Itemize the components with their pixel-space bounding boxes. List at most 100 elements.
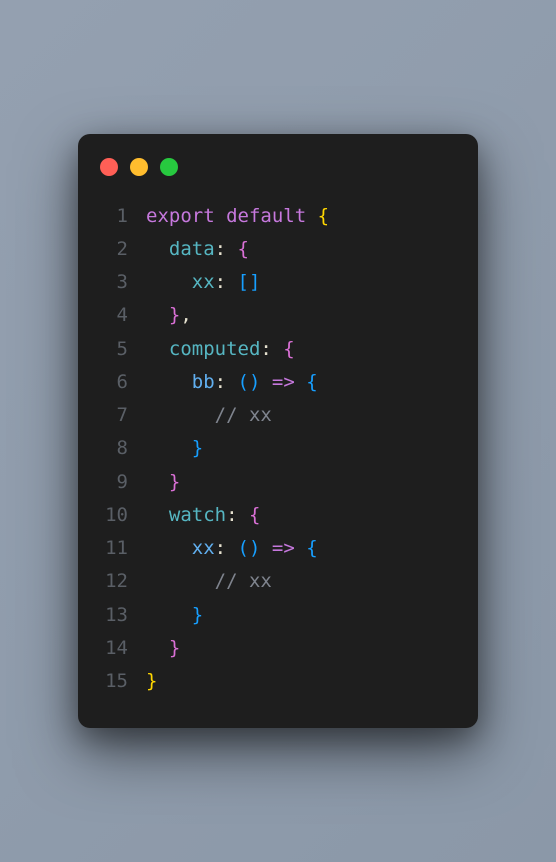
token-punct: : [226, 504, 249, 526]
token-prop: xx [192, 271, 215, 293]
token-punct: , [180, 304, 191, 326]
code-area: 1export default {2 data: {3 xx: []4 },5 … [100, 200, 456, 699]
token-comment: // xx [215, 570, 272, 592]
token-punct [146, 304, 169, 326]
token-arrow: => [272, 537, 295, 559]
token-punct [295, 537, 306, 559]
token-punct: : [215, 271, 238, 293]
line-number: 3 [100, 266, 146, 299]
token-arrow: => [272, 371, 295, 393]
token-bracket-pink: } [169, 471, 180, 493]
line-content: export default { [146, 200, 456, 233]
token-punct [146, 637, 169, 659]
line-number: 6 [100, 366, 146, 399]
code-line: 15} [100, 665, 456, 698]
token-punct [146, 338, 169, 360]
token-punct: : [260, 338, 283, 360]
line-content: computed: { [146, 333, 456, 366]
token-bracket-blue: } [192, 437, 203, 459]
token-bracket-pink: { [283, 338, 294, 360]
token-punct [260, 537, 271, 559]
code-line: 8 } [100, 432, 456, 465]
line-number: 15 [100, 665, 146, 698]
code-line: 6 bb: () => { [100, 366, 456, 399]
token-punct [306, 205, 317, 227]
code-line: 9 } [100, 466, 456, 499]
window-titlebar [100, 158, 456, 176]
token-punct [146, 437, 192, 459]
line-number: 9 [100, 466, 146, 499]
line-number: 7 [100, 399, 146, 432]
token-bracket-blue: ( [238, 371, 249, 393]
token-blue: bb [192, 371, 215, 393]
code-line: 11 xx: () => { [100, 532, 456, 565]
token-bracket-yellow: { [318, 205, 329, 227]
token-bracket-yellow: } [146, 670, 157, 692]
token-punct [146, 471, 169, 493]
token-prop: computed [169, 338, 261, 360]
maximize-icon[interactable] [160, 158, 178, 176]
line-content: data: { [146, 233, 456, 266]
code-line: 7 // xx [100, 399, 456, 432]
line-number: 4 [100, 299, 146, 332]
token-bracket-blue: } [192, 604, 203, 626]
code-line: 2 data: { [100, 233, 456, 266]
line-content: // xx [146, 565, 456, 598]
code-line: 13 } [100, 599, 456, 632]
line-number: 10 [100, 499, 146, 532]
line-number: 11 [100, 532, 146, 565]
line-content: xx: [] [146, 266, 456, 299]
line-content: }, [146, 299, 456, 332]
code-line: 1export default { [100, 200, 456, 233]
token-punct: : [215, 371, 238, 393]
code-line: 12 // xx [100, 565, 456, 598]
token-comment: // xx [215, 404, 272, 426]
line-number: 1 [100, 200, 146, 233]
token-bracket-blue: { [306, 537, 317, 559]
line-content: bb: () => { [146, 366, 456, 399]
code-line: 4 }, [100, 299, 456, 332]
token-prop: watch [169, 504, 226, 526]
token-punct: : [215, 238, 238, 260]
line-number: 12 [100, 565, 146, 598]
line-number: 5 [100, 333, 146, 366]
code-window: 1export default {2 data: {3 xx: []4 },5 … [78, 134, 478, 729]
token-punct [146, 504, 169, 526]
close-icon[interactable] [100, 158, 118, 176]
token-punct [215, 205, 226, 227]
token-punct [146, 238, 169, 260]
line-content: xx: () => { [146, 532, 456, 565]
line-number: 8 [100, 432, 146, 465]
line-content: } [146, 632, 456, 665]
token-prop: data [169, 238, 215, 260]
minimize-icon[interactable] [130, 158, 148, 176]
token-bracket-blue: { [306, 371, 317, 393]
token-punct [146, 371, 192, 393]
token-bracket-blue: [ [238, 271, 249, 293]
line-content: watch: { [146, 499, 456, 532]
line-content: // xx [146, 399, 456, 432]
line-content: } [146, 599, 456, 632]
token-punct [146, 604, 192, 626]
token-kw-default: default [226, 205, 306, 227]
token-bracket-pink: } [169, 637, 180, 659]
token-bracket-blue: ( [238, 537, 249, 559]
token-blue: xx [192, 537, 215, 559]
token-bracket-pink: { [238, 238, 249, 260]
token-bracket-blue: ) [249, 537, 260, 559]
token-punct [146, 537, 192, 559]
token-punct [260, 371, 271, 393]
token-bracket-pink: { [249, 504, 260, 526]
code-line: 5 computed: { [100, 333, 456, 366]
token-punct: : [215, 537, 238, 559]
token-bracket-pink: } [169, 304, 180, 326]
token-bracket-blue: ) [249, 371, 260, 393]
token-kw-export: export [146, 205, 215, 227]
line-content: } [146, 466, 456, 499]
line-content: } [146, 432, 456, 465]
token-punct [146, 404, 215, 426]
line-number: 14 [100, 632, 146, 665]
token-bracket-blue: ] [249, 271, 260, 293]
token-punct [146, 271, 192, 293]
code-line: 14 } [100, 632, 456, 665]
